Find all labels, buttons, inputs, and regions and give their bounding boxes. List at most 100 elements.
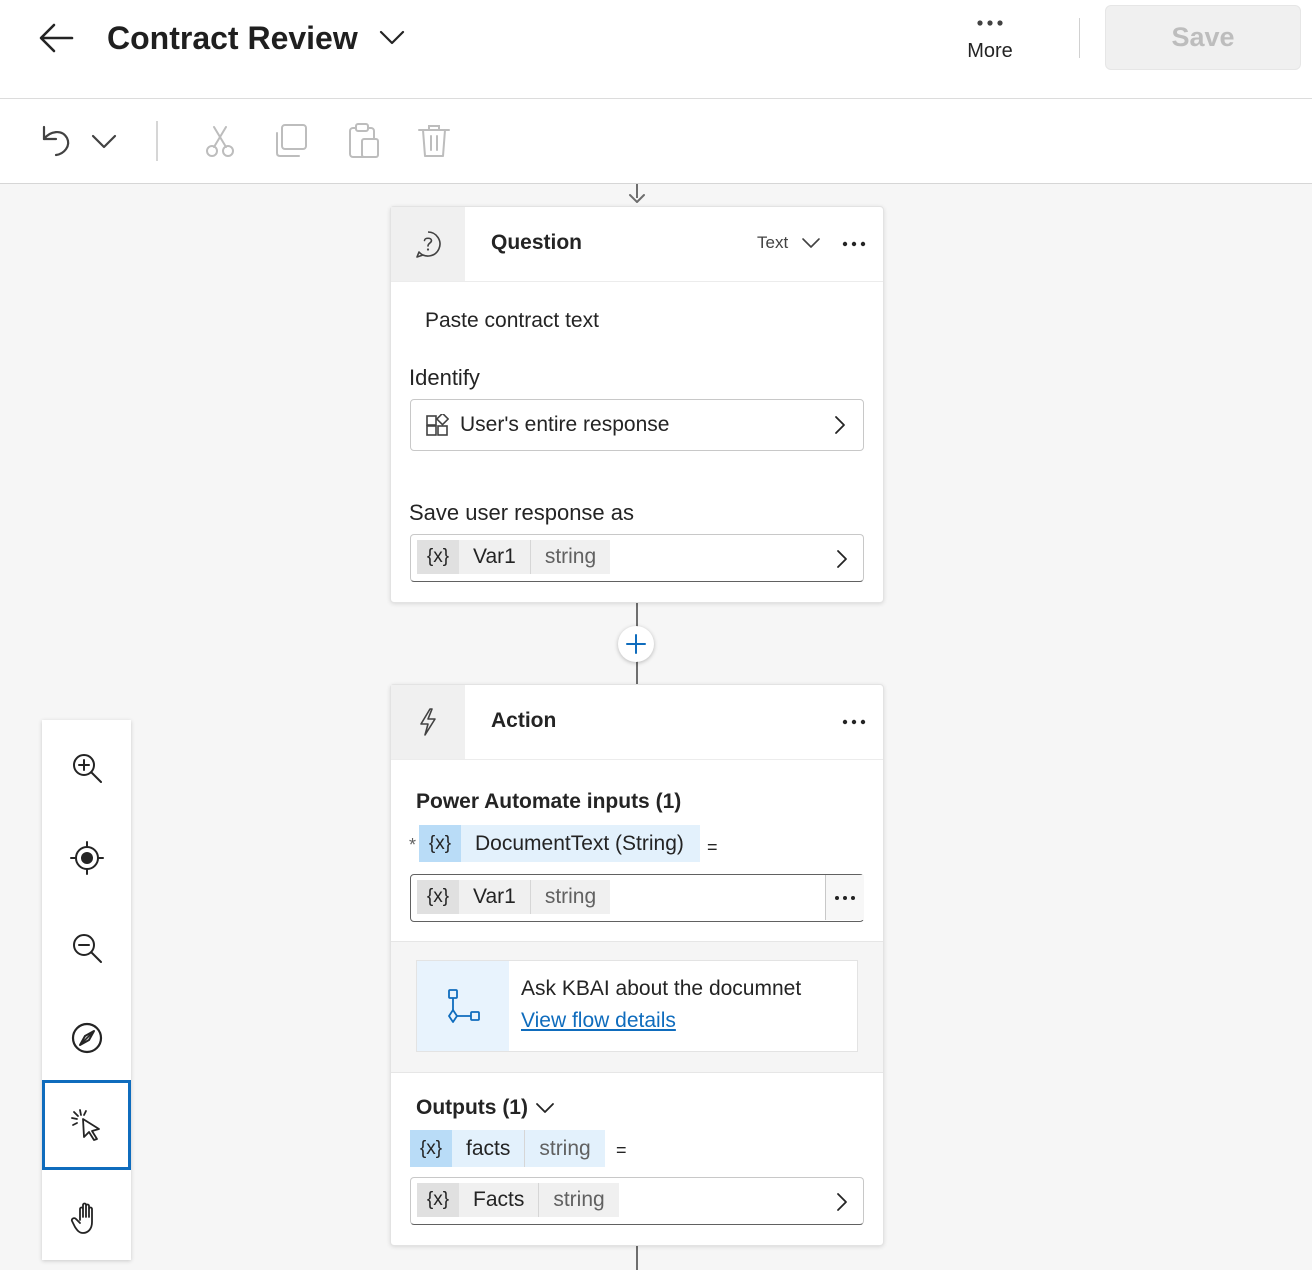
delete-button[interactable] <box>414 121 454 161</box>
required-marker: * <box>409 835 417 855</box>
variable-name: Facts <box>459 1183 540 1217</box>
divider <box>1079 18 1080 58</box>
identify-label: Identify <box>409 365 480 390</box>
question-prompt-text[interactable]: Paste contract text <box>425 309 599 333</box>
action-node[interactable]: Action Power Automate inputs (1) * {x} D… <box>390 684 884 1246</box>
zoom-out-icon <box>72 934 102 963</box>
variable-name: Var1 <box>459 880 531 914</box>
toolbar-divider <box>156 121 158 161</box>
copy-button[interactable] <box>272 121 312 161</box>
variable-chip: {x} Var1 string <box>417 540 611 574</box>
title-dropdown-button[interactable] <box>378 25 406 49</box>
cut-button[interactable] <box>200 121 240 161</box>
question-bubble-icon <box>416 231 441 258</box>
node-menu-icon[interactable] <box>841 239 867 249</box>
recenter-icon <box>69 841 104 875</box>
lightning-icon <box>420 708 436 736</box>
variable-name: Var1 <box>459 540 531 574</box>
node-menu-icon[interactable] <box>841 717 867 727</box>
question-node-header: Question Text <box>391 207 883 282</box>
cut-icon <box>206 126 234 157</box>
undo-icon <box>42 125 70 157</box>
minimap-icon <box>71 1022 102 1054</box>
question-icon-box <box>391 207 465 281</box>
chevron-down-icon[interactable] <box>535 1101 555 1115</box>
connector-line <box>636 1244 638 1270</box>
flow-icon <box>448 989 480 1023</box>
action-node-header: Action <box>391 685 883 760</box>
inputs-label: Power Automate inputs (1) <box>416 790 682 813</box>
chevron-right-icon <box>835 416 845 434</box>
output-variable-selector[interactable]: {x} Facts string <box>410 1177 864 1225</box>
paste-button[interactable] <box>344 121 384 161</box>
action-icon-box <box>391 685 465 759</box>
chevron-down-icon[interactable] <box>801 236 821 250</box>
question-node-title: Question <box>491 231 583 254</box>
pan-hand-icon <box>70 1202 93 1234</box>
variable-badge: {x} <box>417 1183 459 1217</box>
output-parameter-chip: {x} facts string <box>410 1130 605 1167</box>
recenter-button[interactable] <box>42 813 131 903</box>
zoom-in-button[interactable] <box>42 723 131 813</box>
flow-icon-box <box>417 961 509 1051</box>
save-button[interactable]: Save <box>1105 5 1301 70</box>
more-dots-icon <box>977 20 1003 26</box>
select-mode-button[interactable] <box>42 1080 131 1170</box>
pan-mode-button[interactable] <box>42 1173 131 1263</box>
chevron-right-icon <box>837 550 847 568</box>
variable-badge: {x} <box>417 880 459 914</box>
input-value-field[interactable]: {x} Var1 string <box>410 874 864 922</box>
canvas-controls-panel <box>42 720 131 1260</box>
view-flow-details-link[interactable]: View flow details <box>521 1009 676 1033</box>
arrow-down-icon <box>629 194 645 203</box>
flow-section: Ask KBAI about the documnet View flow de… <box>391 941 883 1073</box>
back-button[interactable] <box>36 20 78 56</box>
more-button[interactable]: More <box>950 8 1030 78</box>
save-variable-selector[interactable]: {x} Var1 string <box>410 534 864 582</box>
response-type-dropdown[interactable]: Text <box>757 233 788 253</box>
input-value-menu-button[interactable] <box>825 875 864 920</box>
flow-card[interactable]: Ask KBAI about the documnet View flow de… <box>416 960 858 1052</box>
equals-sign: = <box>707 837 718 857</box>
input-parameter-name: DocumentText (String) <box>461 825 700 862</box>
outputs-label[interactable]: Outputs (1) <box>416 1096 528 1120</box>
edit-toolbar <box>0 99 1312 184</box>
zoom-in-icon <box>72 754 102 783</box>
page-title: Contract Review <box>107 20 358 56</box>
variable-chip: {x} Var1 string <box>417 880 611 914</box>
entity-icon <box>426 414 449 436</box>
equals-sign: = <box>616 1140 627 1160</box>
identify-selector[interactable]: User's entire response <box>410 399 864 451</box>
chevron-right-icon <box>837 1193 847 1211</box>
variable-badge: {x} <box>417 540 459 574</box>
variable-chip: {x} Facts string <box>417 1183 619 1217</box>
action-node-title: Action <box>491 709 557 732</box>
select-pointer-icon <box>70 1109 100 1141</box>
undo-button[interactable] <box>36 121 76 161</box>
back-arrow-icon <box>39 23 74 53</box>
flow-title: Ask KBAI about the documnet <box>521 977 802 1000</box>
save-as-label: Save user response as <box>409 500 635 525</box>
zoom-out-button[interactable] <box>42 903 131 993</box>
top-bar: Contract Review More Save <box>0 0 1312 99</box>
input-parameter-chip: {x} DocumentText (String) <box>419 825 700 862</box>
chevron-down-icon <box>91 134 117 149</box>
variable-badge: {x} <box>410 1130 452 1167</box>
question-node[interactable]: Question Text Paste contract text Identi… <box>390 206 884 603</box>
variable-type: string <box>539 1183 619 1217</box>
delete-icon <box>418 125 450 157</box>
plus-icon <box>626 634 646 654</box>
chevron-down-icon <box>379 30 405 45</box>
undo-history-dropdown[interactable] <box>86 121 126 161</box>
add-node-button[interactable] <box>618 626 654 662</box>
more-label: More <box>967 40 1013 62</box>
variable-badge: {x} <box>419 825 461 862</box>
identify-value: User's entire response <box>460 413 670 436</box>
copy-icon <box>276 124 307 157</box>
output-parameter-name: facts <box>452 1130 526 1167</box>
minimap-button[interactable] <box>42 993 131 1083</box>
output-parameter-type: string <box>525 1130 605 1167</box>
variable-type: string <box>530 880 611 914</box>
more-dots-icon <box>835 896 855 900</box>
variable-type: string <box>530 540 611 574</box>
